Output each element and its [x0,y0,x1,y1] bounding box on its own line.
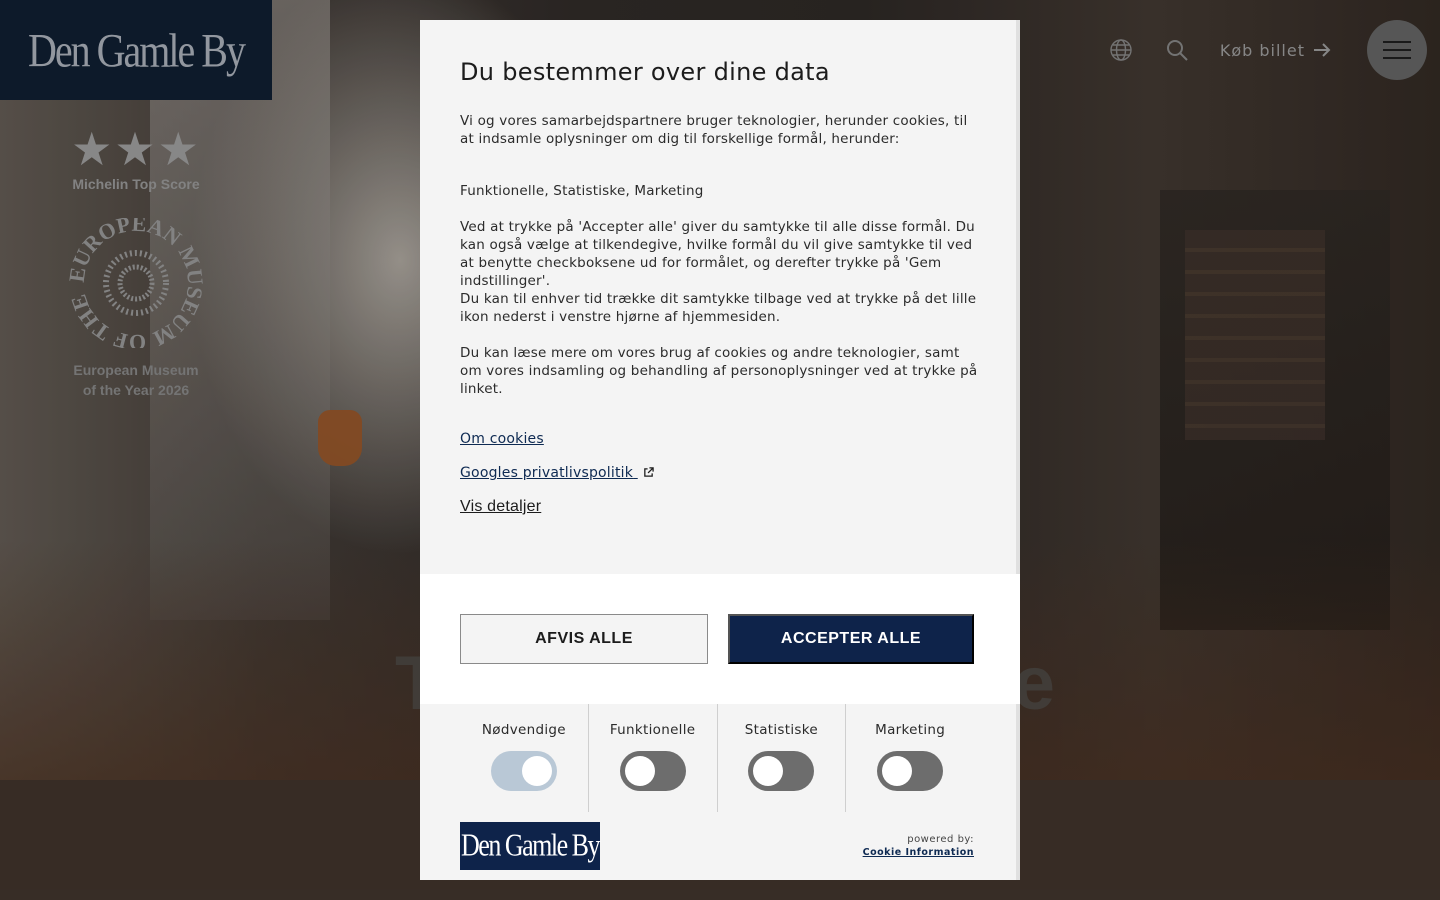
toggle-marketing: Marketing [846,704,974,812]
toggle-statistics: Statistiske [718,704,847,812]
dialog-scrollbar[interactable] [1016,20,1020,880]
dialog-body: Vi og vores samarbejdspartnere bruger te… [460,112,980,516]
button-area: AFVIS ALLE ACCEPTER ALLE [420,574,1020,704]
reject-all-button[interactable]: AFVIS ALLE [460,614,708,664]
show-details-link[interactable]: Vis detaljer [460,498,980,516]
cookie-consent-dialog: Du bestemmer over dine data Vi og vores … [420,20,1020,880]
consent-toggles: Nødvendige Funktionelle Statistiske Mark… [460,704,974,812]
footer-logo-text: Den Gamle By [461,828,600,863]
toggle-label-statistics: Statistiske [744,722,818,738]
purposes-text: Funktionelle, Statistiske, Marketing [460,183,704,199]
marketing-switch[interactable] [877,751,944,791]
footer-logo: Den Gamle By [460,822,600,870]
powered-by: powered by: Cookie Information [863,834,974,858]
external-link-icon [643,467,654,477]
functional-switch[interactable] [619,751,686,791]
dialog-title: Du bestemmer over dine data [460,58,830,86]
powered-by-label: powered by: [907,834,974,845]
toggle-label-necessary: Nødvendige [481,722,566,738]
cookie-information-link[interactable]: Cookie Information [863,847,974,858]
accept-info-text: Ved at trykke på 'Accepter alle' giver d… [460,219,975,289]
intro-text: Vi og vores samarbejdspartnere bruger te… [460,113,968,147]
toggle-label-marketing: Marketing [875,722,946,738]
google-privacy-link-label: Googles privatlivspolitik [460,465,634,481]
accept-all-button[interactable]: ACCEPTER ALLE [728,614,974,664]
toggle-label-functional: Funktionelle [609,722,696,738]
toggle-functional: Funktionelle [589,704,718,812]
withdraw-info-text: Du kan til enhver tid trække dit samtykk… [460,291,977,325]
dialog-footer: Den Gamle By powered by: Cookie Informat… [460,822,974,870]
toggle-necessary: Nødvendige [460,704,589,812]
about-cookies-link[interactable]: Om cookies [460,430,980,448]
necessary-switch [490,751,557,791]
statistics-switch[interactable] [748,751,815,791]
read-more-text: Du kan læse mere om vores brug af cookie… [460,345,978,397]
google-privacy-link[interactable]: Googles privatlivspolitik [460,464,980,482]
